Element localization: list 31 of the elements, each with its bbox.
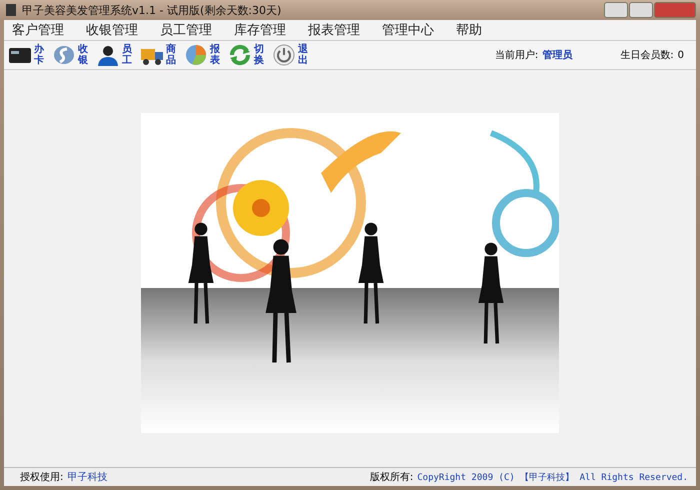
user-label: 当前用户:	[494, 48, 538, 62]
birthday-label: 生日会员数:	[620, 48, 674, 62]
toolbar-button[interactable]: 商品	[140, 44, 180, 66]
menu-item[interactable]: 帮助	[456, 21, 482, 39]
minimize-button[interactable]	[604, 2, 628, 18]
user-name: 管理员	[542, 48, 572, 62]
pie-chart-icon	[184, 44, 208, 66]
birthday-count: 0	[678, 50, 684, 60]
window-title: 甲子美容美发管理系统v1.1 - 试用版(剩余天数:30天)	[22, 2, 282, 18]
menu-item[interactable]: 库存管理	[234, 21, 286, 39]
toolbar-button[interactable]: 员工	[96, 44, 136, 66]
maximize-button[interactable]	[629, 2, 653, 18]
toolbar-button[interactable]: 办卡	[8, 44, 48, 66]
menu-item[interactable]: 客户管理	[12, 21, 64, 39]
toolbar-button[interactable]: 切换	[228, 44, 268, 66]
copyright-text: CopyRight 2009 (C) 【甲子科技】 All Rights Reserved.	[417, 472, 688, 484]
toolbar-button[interactable]: 报表	[184, 44, 224, 66]
app-icon	[4, 3, 18, 17]
toolbar-button[interactable]: 退出	[272, 44, 312, 66]
menu-item[interactable]: 报表管理	[308, 21, 360, 39]
refresh-icon	[228, 44, 252, 66]
copyright-label: 版权所有:	[370, 470, 414, 484]
person-icon	[96, 44, 120, 66]
license-holder: 甲子科技	[67, 470, 108, 484]
menu-item[interactable]: 收银管理	[86, 21, 138, 39]
power-icon	[272, 44, 296, 66]
menu-item[interactable]: 员工管理	[160, 21, 212, 39]
menu-item[interactable]: 管理中心	[382, 21, 434, 39]
toolbar-button[interactable]: 收银	[52, 44, 92, 66]
license-label: 授权使用:	[20, 470, 64, 484]
coin-icon	[52, 44, 76, 66]
